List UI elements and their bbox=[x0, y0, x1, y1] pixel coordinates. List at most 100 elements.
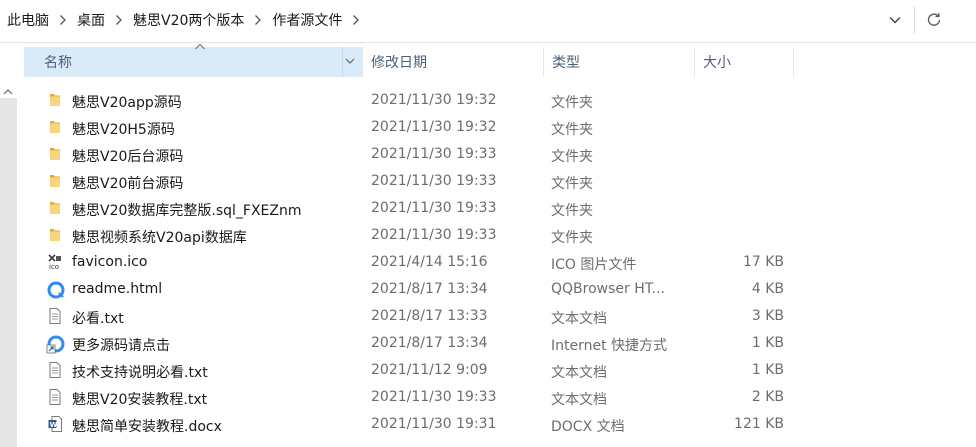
column-header-row: 名称 修改日期 类型 大小 bbox=[24, 43, 794, 77]
chevron-right-icon[interactable] bbox=[112, 10, 126, 30]
file-size: 1 KB bbox=[751, 335, 784, 351]
file-row[interactable]: 魅思V20app源码 2021/11/30 19:32 文件夹 bbox=[24, 87, 976, 114]
column-header-type-label: 类型 bbox=[552, 55, 580, 71]
file-date: 2021/11/30 19:33 bbox=[371, 200, 497, 216]
folder-icon bbox=[46, 91, 64, 109]
file-row[interactable]: 魅思视频系统V20api数据库 2021/11/30 19:33 文件夹 bbox=[24, 222, 976, 249]
svg-text:ico: ico bbox=[49, 263, 59, 271]
file-row[interactable]: W 魅思简单安装教程.docx 2021/11/30 19:31 DOCX 文档 121… bbox=[24, 411, 976, 438]
column-header-date[interactable]: 修改日期 bbox=[363, 47, 543, 77]
chevron-down-icon[interactable] bbox=[344, 56, 356, 66]
file-row[interactable]: 技术支持说明必看.txt 2021/11/12 9:09 文本文档 1 KB bbox=[24, 357, 976, 384]
file-date: 2021/8/17 13:34 bbox=[371, 281, 488, 297]
text-file-icon bbox=[46, 361, 64, 379]
scroll-up-arrow-icon[interactable] bbox=[3, 88, 13, 96]
breadcrumb-item-desktop[interactable]: 桌面 bbox=[70, 10, 112, 30]
file-type: 文本文档 bbox=[551, 311, 607, 327]
file-size: 2 KB bbox=[751, 389, 784, 405]
file-date: 2021/11/30 19:33 bbox=[371, 146, 497, 162]
file-name: 魅思V20数据库完整版.sql_FXEZnm bbox=[72, 203, 302, 219]
column-header-date-label: 修改日期 bbox=[371, 55, 427, 71]
file-name: 魅思V20前台源码 bbox=[72, 176, 184, 192]
file-row[interactable]: 魅思V20数据库完整版.sql_FXEZnm 2021/11/30 19:33 文件… bbox=[24, 195, 976, 222]
file-type: ICO 图片文件 bbox=[551, 257, 637, 273]
refresh-button[interactable] bbox=[917, 4, 951, 36]
column-header-name[interactable]: 名称 bbox=[24, 43, 362, 77]
text-file-icon bbox=[46, 388, 64, 406]
file-size: 1 KB bbox=[751, 362, 784, 378]
file-type: QQBrowser HT... bbox=[551, 281, 665, 297]
column-divider[interactable] bbox=[793, 47, 794, 77]
file-row[interactable]: 更多源码请点击 2021/8/17 13:34 Internet 快捷方式 1 KB bbox=[24, 330, 976, 357]
folder-icon bbox=[46, 145, 64, 163]
file-name: 魅思简单安装教程.docx bbox=[72, 419, 222, 435]
ico-file-icon: ico bbox=[46, 253, 64, 271]
file-name: readme.html bbox=[72, 281, 163, 297]
file-date: 2021/11/12 9:09 bbox=[371, 362, 488, 378]
file-date: 2021/8/17 13:34 bbox=[371, 335, 488, 351]
column-header-name-label: 名称 bbox=[44, 55, 72, 71]
divider bbox=[914, 6, 915, 34]
file-size: 17 KB bbox=[742, 254, 784, 270]
file-row[interactable]: 魅思V20安装教程.txt 2021/11/30 19:33 文本文档 2 KB bbox=[24, 384, 976, 411]
file-name: favicon.ico bbox=[72, 254, 148, 270]
file-name: 更多源码请点击 bbox=[72, 338, 170, 354]
sort-ascending-icon bbox=[195, 43, 205, 50]
file-date: 2021/11/30 19:32 bbox=[371, 92, 497, 108]
file-date: 2021/11/30 19:33 bbox=[371, 227, 497, 243]
chevron-right-icon[interactable] bbox=[56, 10, 70, 30]
file-type: 文件夹 bbox=[551, 122, 593, 138]
file-type: 文件夹 bbox=[551, 149, 593, 165]
internet-shortcut-icon bbox=[46, 334, 65, 354]
file-size: 4 KB bbox=[751, 281, 784, 297]
file-row[interactable]: 魅思V20后台源码 2021/11/30 19:33 文件夹 bbox=[24, 141, 976, 168]
scrollbar-track[interactable] bbox=[0, 98, 17, 447]
chevron-right-icon[interactable] bbox=[251, 10, 265, 30]
folder-icon bbox=[46, 118, 64, 136]
file-row[interactable]: 必看.txt 2021/8/17 13:33 文本文档 3 KB bbox=[24, 303, 976, 330]
file-date: 2021/8/17 13:33 bbox=[371, 308, 488, 324]
file-name: 必看.txt bbox=[72, 311, 124, 327]
file-type: 文件夹 bbox=[551, 203, 593, 219]
chevron-right-icon[interactable] bbox=[349, 10, 363, 30]
file-row[interactable]: 魅思V20H5源码 2021/11/30 19:32 文件夹 bbox=[24, 114, 976, 141]
file-name: 魅思V20H5源码 bbox=[72, 122, 175, 138]
file-type: 文件夹 bbox=[551, 230, 593, 246]
text-file-icon bbox=[46, 307, 64, 325]
file-type: 文件夹 bbox=[551, 176, 593, 192]
folder-icon bbox=[46, 226, 64, 244]
file-type: 文本文档 bbox=[551, 365, 607, 381]
breadcrumb-item-folder[interactable]: 魅思V20两个版本 bbox=[126, 10, 251, 30]
refresh-icon bbox=[927, 13, 941, 26]
file-date: 2021/11/30 19:32 bbox=[371, 119, 497, 135]
file-type: 文件夹 bbox=[551, 95, 593, 111]
breadcrumb-item-current[interactable]: 作者源文件 bbox=[265, 10, 349, 30]
file-size: 3 KB bbox=[751, 308, 784, 324]
breadcrumb: 此电脑 桌面 魅思V20两个版本 作者源文件 bbox=[0, 0, 880, 40]
browser-html-icon bbox=[46, 280, 65, 299]
column-header-size-label: 大小 bbox=[703, 55, 731, 71]
file-name: 魅思视频系统V20api数据库 bbox=[72, 230, 247, 246]
file-type: Internet 快捷方式 bbox=[551, 338, 668, 354]
file-date: 2021/11/30 19:31 bbox=[371, 416, 497, 432]
file-size: 121 KB bbox=[734, 416, 784, 432]
file-name: 魅思V20app源码 bbox=[72, 95, 182, 111]
file-date: 2021/4/14 15:16 bbox=[371, 254, 488, 270]
file-date: 2021/11/30 19:33 bbox=[371, 389, 497, 405]
file-name: 技术支持说明必看.txt bbox=[72, 365, 208, 381]
file-row[interactable]: 魅思V20前台源码 2021/11/30 19:33 文件夹 bbox=[24, 168, 976, 195]
file-type: DOCX 文档 bbox=[551, 419, 625, 435]
breadcrumb-item-this-pc[interactable]: 此电脑 bbox=[0, 10, 56, 30]
nav-pane-scrollbar[interactable] bbox=[0, 43, 18, 447]
address-bar: 此电脑 桌面 魅思V20两个版本 作者源文件 bbox=[0, 0, 976, 43]
file-list: 魅思V20app源码 2021/11/30 19:32 文件夹 魅思V20H5源码 20… bbox=[24, 87, 976, 438]
file-type: 文本文档 bbox=[551, 392, 607, 408]
folder-icon bbox=[46, 199, 64, 217]
file-name: 魅思V20后台源码 bbox=[72, 149, 184, 165]
file-row[interactable]: ico favicon.ico 2021/4/14 15:16 ICO 图片文件 17 … bbox=[24, 249, 976, 276]
column-header-size[interactable]: 大小 bbox=[695, 47, 793, 77]
divider bbox=[342, 47, 343, 77]
file-row[interactable]: readme.html 2021/8/17 13:34 QQBrowser HT..… bbox=[24, 276, 976, 303]
history-dropdown-button[interactable] bbox=[878, 4, 912, 36]
column-header-type[interactable]: 类型 bbox=[544, 47, 694, 77]
